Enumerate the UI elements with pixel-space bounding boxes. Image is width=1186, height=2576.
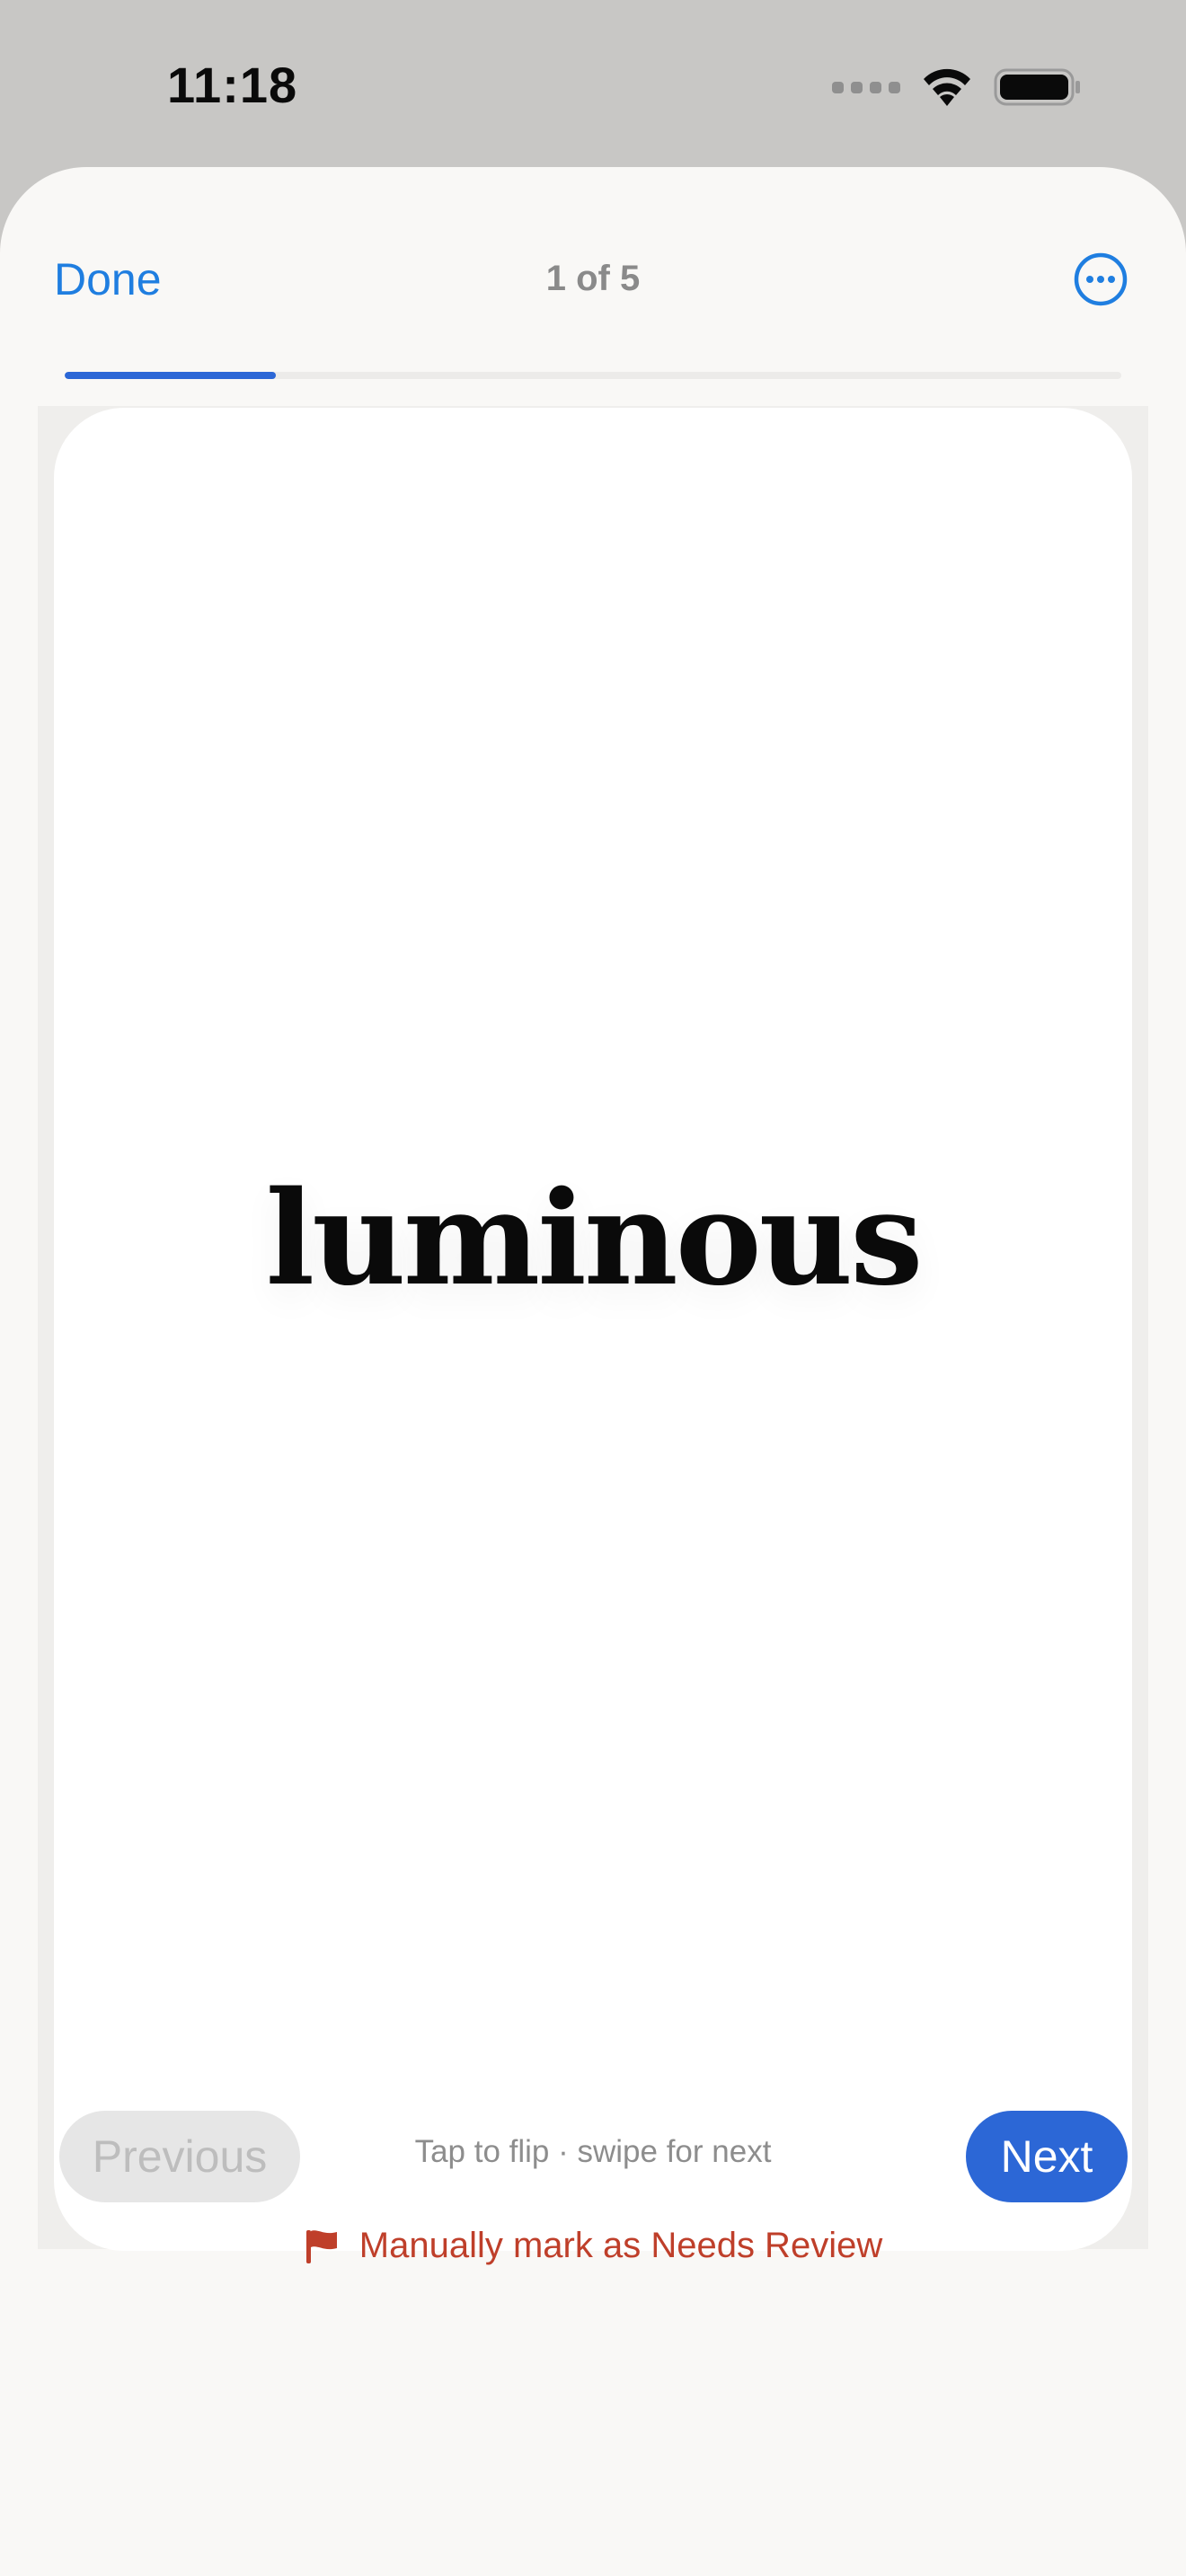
battery-icon bbox=[994, 68, 1080, 106]
flag-icon bbox=[305, 2229, 337, 2263]
mark-needs-review-label: Manually mark as Needs Review bbox=[358, 2226, 883, 2265]
flashcard[interactable]: luminous Tap to flip · swipe for next bbox=[54, 408, 1132, 2251]
flashcard-sheet: Done 1 of 5 luminous Tap to flip · swipe… bbox=[0, 167, 1186, 2576]
previous-button[interactable]: Previous bbox=[59, 2111, 300, 2202]
progress-fill bbox=[65, 372, 277, 379]
wifi-icon bbox=[924, 68, 970, 106]
next-button[interactable]: Next bbox=[966, 2111, 1128, 2202]
more-options-button[interactable] bbox=[1073, 251, 1128, 307]
status-bar: 11:18 bbox=[0, 0, 1186, 167]
mark-needs-review-link[interactable]: Manually mark as Needs Review bbox=[0, 2226, 1186, 2266]
status-icons bbox=[832, 65, 1082, 110]
ellipsis-circle-icon bbox=[1074, 252, 1128, 306]
card-counter: 1 of 5 bbox=[545, 259, 641, 298]
cellular-signal-icon bbox=[832, 81, 900, 93]
flashcard-term: luminous bbox=[265, 1162, 924, 1314]
status-time: 11:18 bbox=[167, 57, 298, 113]
progress-bar bbox=[65, 372, 1121, 379]
